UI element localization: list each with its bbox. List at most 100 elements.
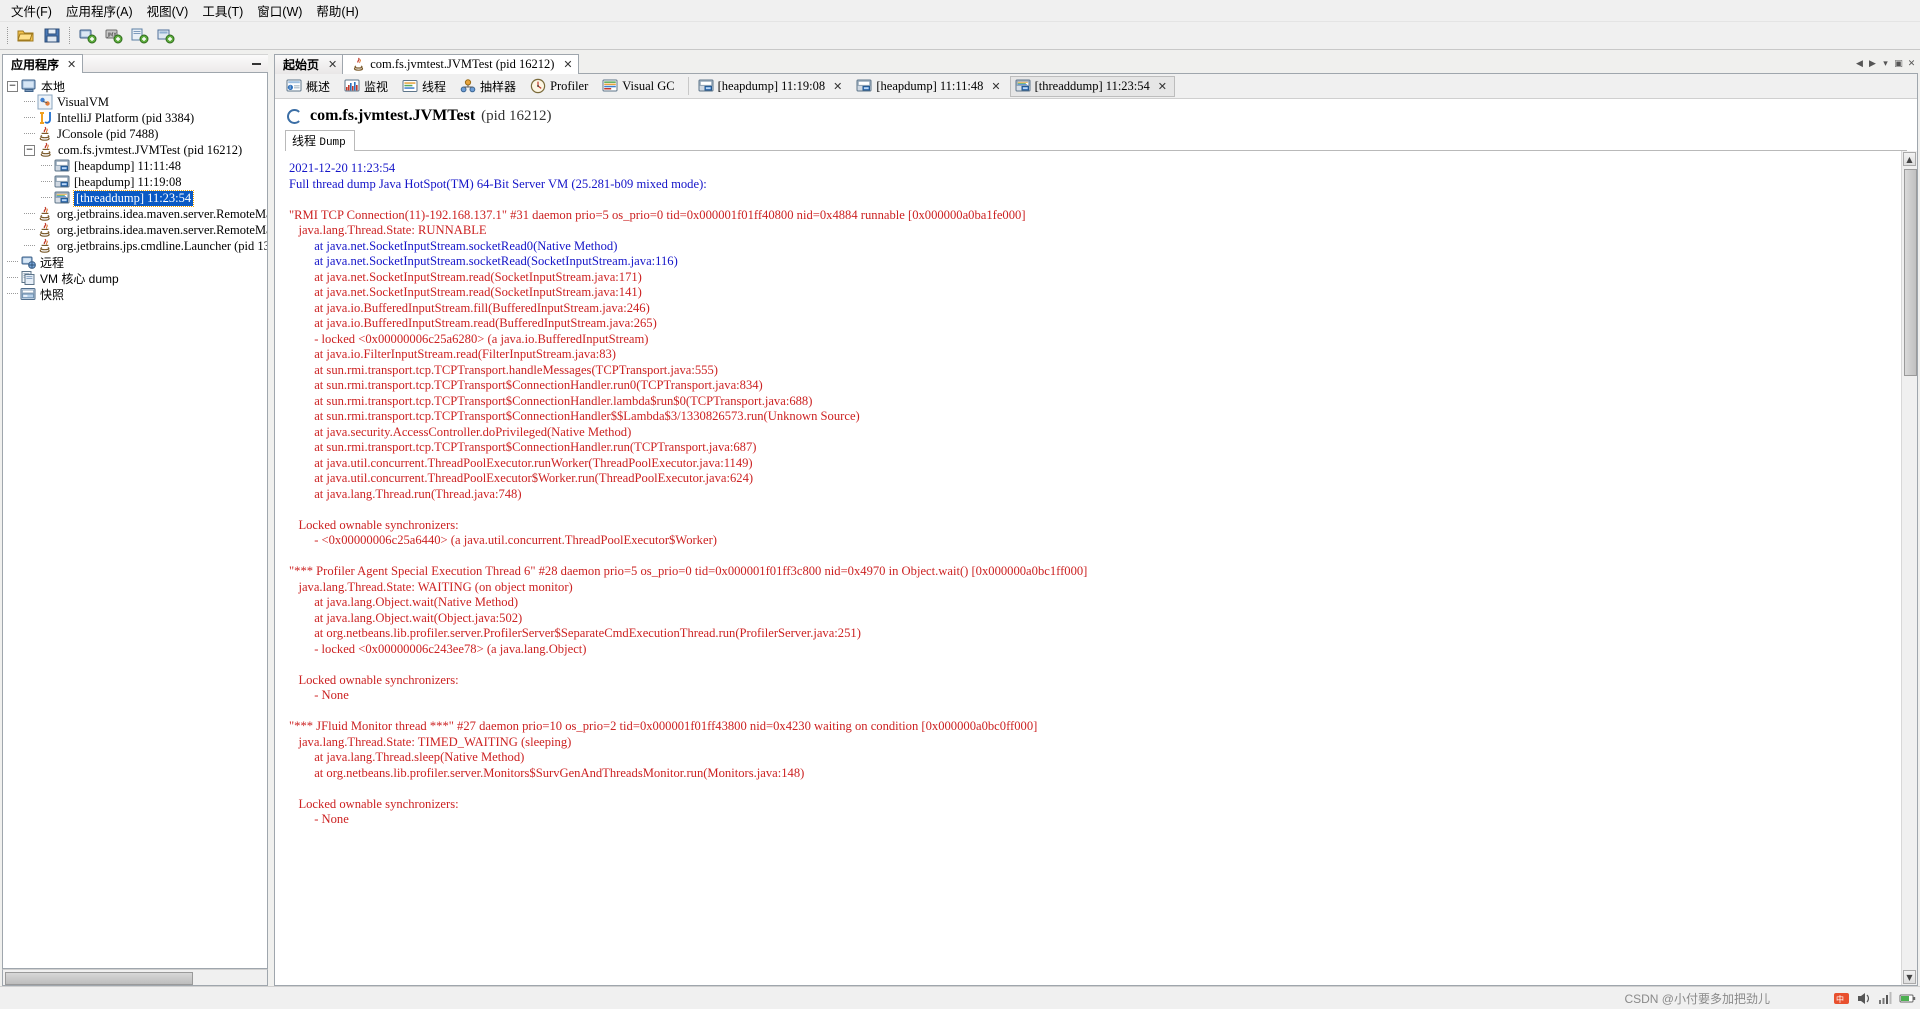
- document-body: i 概述 监视 线程 抽样器 Profiler Visual GC [heapdump] 11…: [274, 74, 1918, 986]
- scrollbar-thumb[interactable]: [5, 972, 193, 985]
- computer-icon: [21, 78, 37, 94]
- heapdump-icon: [54, 158, 70, 174]
- tree-item-label: [heapdump] 11:11:48: [74, 158, 182, 173]
- ime-icon[interactable]: 中: [1833, 990, 1850, 1007]
- tree-item[interactable]: − com.fs.jvmtest.JVMTest (pid 16212): [7, 142, 267, 158]
- tree-item[interactable]: − 本地: [7, 78, 267, 94]
- thread-dump-scroll-area: 2021-12-20 11:23:54 Full thread dump Java…: [275, 151, 1917, 985]
- view-button-label: 监视: [364, 79, 389, 94]
- tree-item[interactable]: org.jetbrains.idea.maven.server.RemoteMa…: [7, 222, 267, 238]
- svg-text:中: 中: [1836, 994, 1844, 1004]
- tree-item[interactable]: VM 核心 dump: [7, 270, 267, 286]
- minimize-icon[interactable]: [248, 57, 264, 71]
- tree-expand-toggle[interactable]: −: [7, 80, 18, 92]
- network-icon[interactable]: [1877, 990, 1894, 1007]
- heapdump-icon: [856, 78, 872, 94]
- inner-tabstrip: 线程 Dump: [285, 130, 1907, 151]
- open-snapshot-button[interactable]: [14, 24, 38, 47]
- tree-item[interactable]: JConsole (pid 7488): [7, 126, 267, 142]
- tab-jvmtest[interactable]: com.fs.jvmtest.JVMTest (pid 16212) ✕: [342, 54, 579, 74]
- close-icon[interactable]: ✕: [67, 58, 76, 71]
- monitor-icon: [344, 78, 360, 94]
- tree-item[interactable]: VisualVM: [7, 94, 267, 110]
- dump-line: at java.lang.Thread.run(Thread.java:748): [289, 486, 522, 501]
- view-button[interactable]: [heapdump] 11:11:48 ✕: [851, 76, 1008, 97]
- scroll-up-icon[interactable]: ▲: [1903, 152, 1916, 166]
- close-icon[interactable]: ✕: [563, 58, 572, 71]
- dump-line: at java.net.SocketInputStream.read(Socke…: [289, 285, 642, 299]
- tree-expand-toggle[interactable]: −: [24, 144, 35, 156]
- dump-line: at java.lang.Thread.sleep(Native Method): [289, 750, 525, 764]
- battery-icon[interactable]: [1899, 990, 1916, 1007]
- dump-line: Locked ownable synchronizers:: [289, 796, 459, 811]
- tab-start-page[interactable]: 起始页 ✕: [274, 54, 344, 74]
- view-button[interactable]: 抽样器: [455, 76, 524, 97]
- menu-file[interactable]: 文件(F): [4, 0, 59, 22]
- menu-help[interactable]: 帮助(H): [309, 0, 365, 22]
- applications-tree[interactable]: − 本地 VisualVM IntelliJ Platform (pid 3384) J…: [2, 73, 268, 969]
- dump-line: java.lang.Thread.State: RUNNABLE: [289, 223, 487, 237]
- scrollbar-thumb[interactable]: [1904, 169, 1917, 376]
- dump-line: at java.io.BufferedInputStream.read(Buff…: [289, 316, 657, 330]
- dump-line: - locked <0x00000006c243ee78> (a java.la…: [289, 641, 587, 656]
- close-icon[interactable]: ✕: [1158, 80, 1167, 93]
- tree-item[interactable]: 远程: [7, 254, 267, 270]
- tree-item[interactable]: [heapdump] 11:11:48: [7, 158, 267, 174]
- add-vm-coredump-button[interactable]: [128, 24, 152, 47]
- close-icon[interactable]: ✕: [991, 80, 1000, 93]
- dump-line: at java.net.SocketInputStream.read(Socke…: [289, 269, 642, 284]
- close-icon[interactable]: ✕: [833, 80, 842, 93]
- dump-vertical-scrollbar[interactable]: ▲ ▼: [1901, 151, 1917, 985]
- scroll-down-icon[interactable]: ▼: [1903, 970, 1916, 984]
- dump-line: - None: [289, 688, 349, 702]
- dump-line: 2021-12-20 11:23:54: [289, 161, 396, 175]
- menu-window[interactable]: 窗口(W): [250, 0, 309, 22]
- menu-view[interactable]: 视图(V): [140, 0, 196, 22]
- toolbar-separator: [69, 27, 71, 44]
- tree-item[interactable]: org.jetbrains.jps.cmdline.Launcher (pid …: [7, 238, 267, 254]
- sidebar-horizontal-scrollbar[interactable]: [2, 969, 268, 986]
- volume-icon[interactable]: [1855, 990, 1872, 1007]
- tab-thread-dump[interactable]: 线程 Dump: [285, 130, 355, 151]
- tab-applications[interactable]: 应用程序 ✕: [2, 54, 84, 73]
- view-button[interactable]: [threaddump] 11:23:54 ✕: [1009, 75, 1175, 97]
- view-button-label: [heapdump] 11:11:48: [876, 78, 984, 93]
- view-button[interactable]: Visual GC: [597, 76, 682, 97]
- menu-tools[interactable]: 工具(T): [195, 0, 250, 22]
- add-snapshot-button[interactable]: [154, 24, 178, 47]
- thread-dump-text[interactable]: 2021-12-20 11:23:54 Full thread dump Java…: [275, 151, 1901, 985]
- close-icon[interactable]: ✕: [328, 58, 337, 71]
- view-button[interactable]: [heapdump] 11:19:08 ✕: [693, 76, 851, 97]
- menu-applications[interactable]: 应用程序(A): [59, 0, 140, 22]
- save-snapshot-button[interactable]: [40, 24, 64, 47]
- tree-connector: [24, 117, 35, 119]
- tab-scroll-left-icon[interactable]: ◀: [1853, 57, 1866, 71]
- view-button[interactable]: i 概述: [281, 76, 338, 97]
- close-document-icon[interactable]: ✕: [1905, 57, 1918, 71]
- add-remote-host-button[interactable]: [76, 24, 100, 47]
- tree-item[interactable]: org.jetbrains.idea.maven.server.RemoteMa…: [7, 206, 267, 222]
- java-icon: [37, 222, 53, 238]
- dump-line: "*** Profiler Agent Special Execution Th…: [289, 564, 1088, 578]
- maximize-icon[interactable]: ▣: [1892, 57, 1905, 71]
- loading-spinner-icon: [287, 108, 302, 124]
- dump-blank-line: [289, 704, 1901, 720]
- dump-blank-line: [289, 781, 1901, 797]
- view-button-label: 线程: [422, 79, 447, 94]
- view-button[interactable]: 线程: [397, 76, 454, 97]
- tab-applications-label: 应用程序: [11, 57, 60, 72]
- add-jmx-connection-button[interactable]: JMX: [102, 24, 126, 47]
- toolbar-separator: [7, 27, 9, 44]
- coredump-icon: [20, 270, 36, 286]
- tree-item[interactable]: 快照: [7, 286, 267, 302]
- tab-scroll-right-icon[interactable]: ▶: [1866, 57, 1879, 71]
- tree-connector: [7, 277, 18, 279]
- view-button[interactable]: 监视: [339, 76, 396, 97]
- threaddump-icon: [1015, 78, 1031, 94]
- dump-blank-line: [289, 549, 1901, 565]
- tab-list-icon[interactable]: ▾: [1879, 57, 1892, 71]
- tree-item[interactable]: [threaddump] 11:23:54: [7, 189, 267, 207]
- view-button[interactable]: Profiler: [525, 76, 596, 97]
- tree-item[interactable]: [heapdump] 11:19:08: [7, 174, 267, 190]
- tree-item[interactable]: IntelliJ Platform (pid 3384): [7, 110, 267, 126]
